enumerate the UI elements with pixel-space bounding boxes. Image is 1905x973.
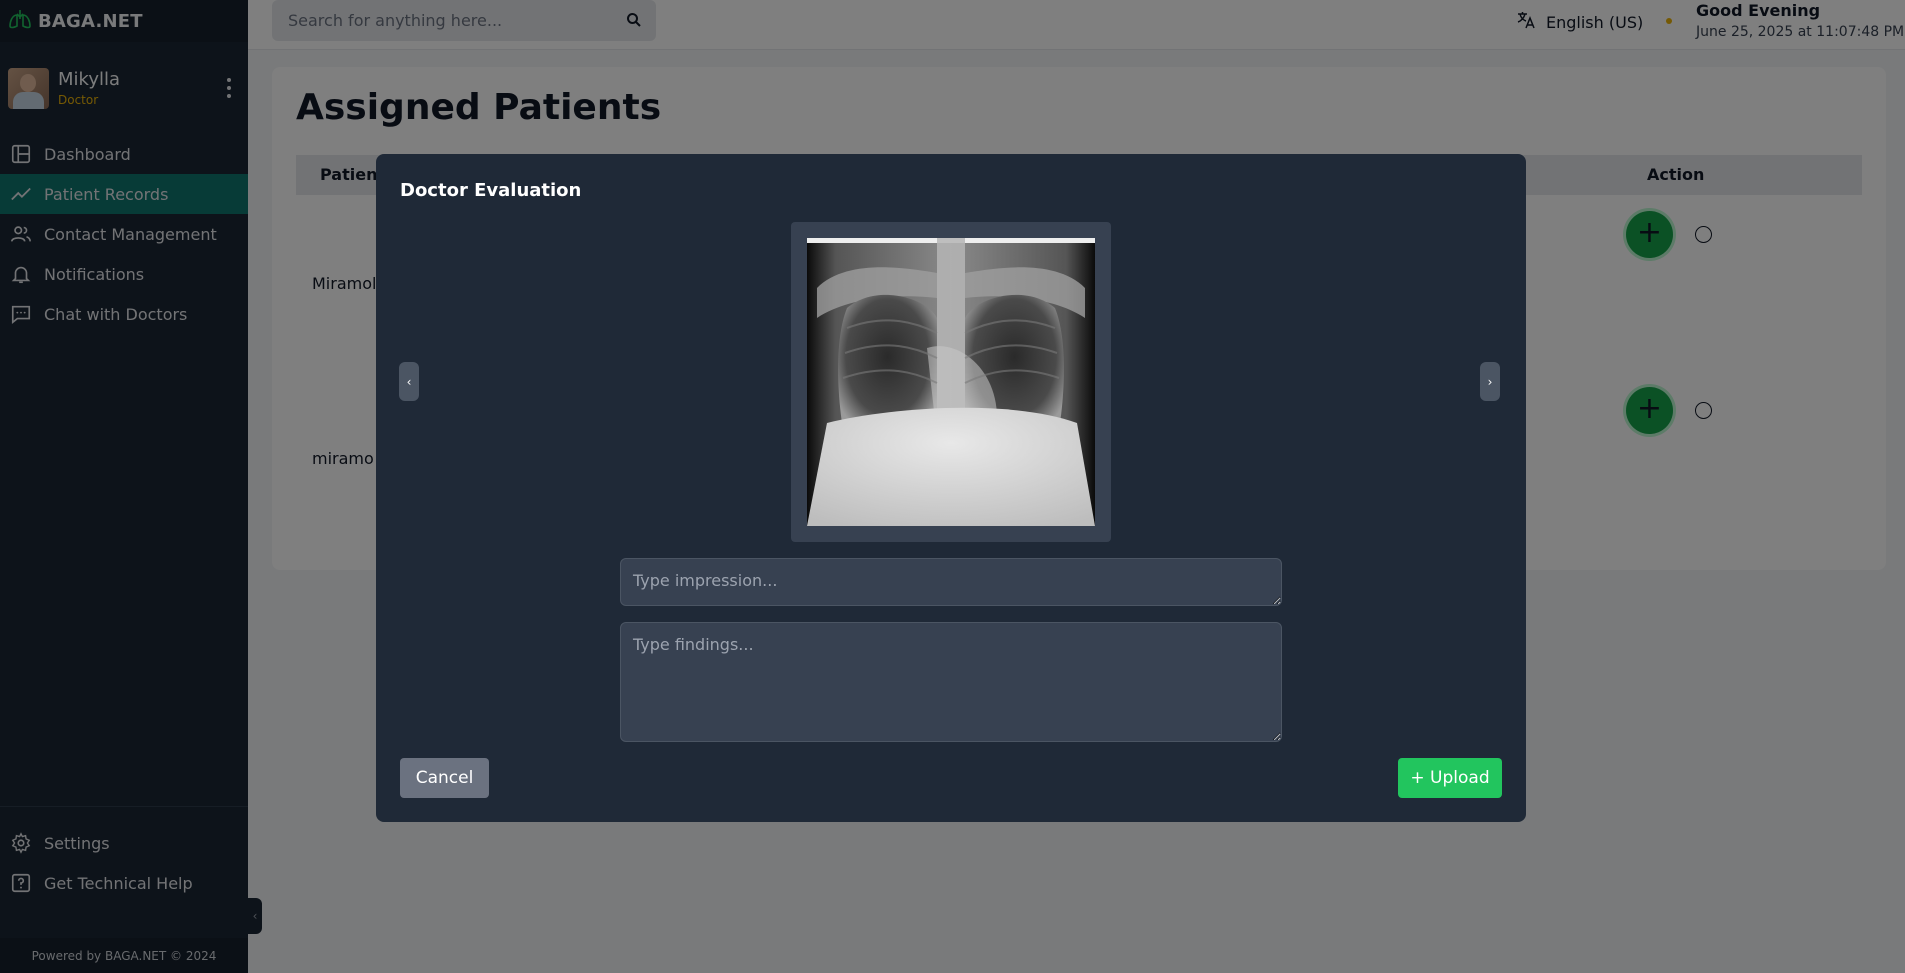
modal-title: Doctor Evaluation xyxy=(400,180,582,201)
findings-input[interactable] xyxy=(620,622,1282,742)
prev-image-button[interactable]: ‹ xyxy=(399,362,419,401)
upload-button[interactable]: + Upload xyxy=(1398,758,1502,798)
chevron-left-icon: ‹ xyxy=(406,374,412,389)
next-image-button[interactable]: › xyxy=(1480,362,1500,401)
chevron-right-icon: › xyxy=(1487,374,1493,389)
chest-xray-image xyxy=(807,238,1095,526)
cancel-button[interactable]: Cancel xyxy=(400,758,489,798)
image-frame xyxy=(791,222,1111,542)
doctor-evaluation-modal: Doctor Evaluation ‹ › Type impression...… xyxy=(376,154,1526,822)
impression-input[interactable] xyxy=(620,558,1282,606)
